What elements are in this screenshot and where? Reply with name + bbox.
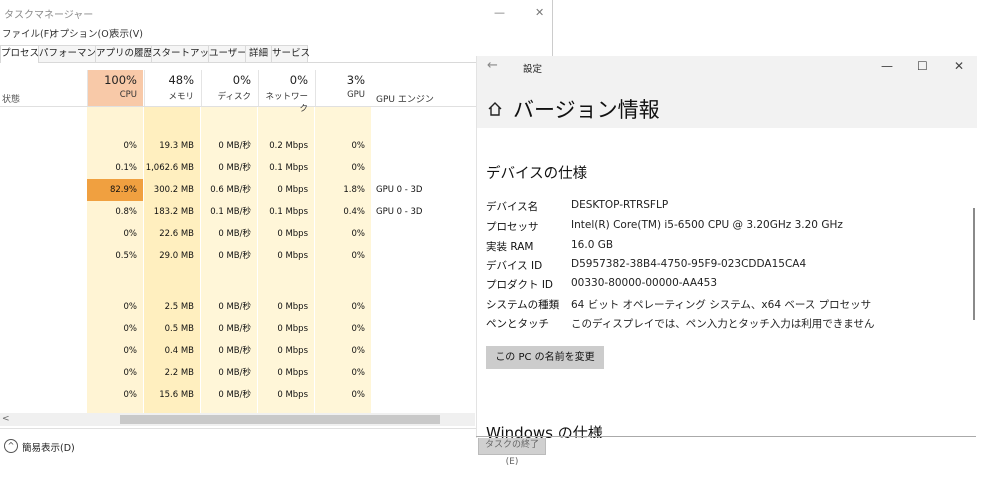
spec-row-product-id: プロダクト ID 00330-80000-00000-AA453 [486, 277, 718, 291]
spec-row-ram: 実装 RAM 16.0 GB [486, 239, 614, 253]
spec-row-system-type: システムの種類 64 ビット オペレーティング システム、x64 ベース プロセ… [486, 299, 872, 311]
task-manager-titlebar: タスクマネージャー — ✕ [0, 0, 555, 26]
tab-processes[interactable]: プロセス [0, 45, 39, 63]
process-table-header: 状態 100% CPU 48% メモリ 0% ディスク 0% ネットワーク 3%… [0, 70, 555, 114]
minimize-icon[interactable]: — [494, 6, 505, 19]
tab-startup[interactable]: スタートアップ [151, 45, 219, 62]
menu-file[interactable]: ファイル(F) [2, 26, 53, 40]
task-manager-window: タスクマネージャー — ✕ ファイル(F) オプション(O) 表示(V) プロセ… [0, 0, 555, 493]
spec-row-device-id: デバイス ID D5957382-38B4-4750-95F9-023CDDA1… [486, 258, 807, 272]
table-row[interactable]: 0.1% 1,062.6 MB 0 MB/秒 0.1 Mbps 0% [0, 157, 555, 179]
table-row[interactable]: 0.5% 29.0 MB 0 MB/秒 0 Mbps 0% [0, 245, 555, 267]
rename-pc-button[interactable]: この PC の名前を変更 [486, 346, 604, 369]
home-icon [488, 102, 502, 116]
network-column-header[interactable]: 0% ネットワーク [258, 70, 314, 114]
table-row[interactable]: 0% 15.6 MB 0 MB/秒 0 Mbps 0% [0, 384, 555, 406]
scroll-left-icon[interactable]: < [2, 413, 10, 426]
settings-window: ← 設定 — ☐ ✕ バージョン情報 デバイスの仕様 デバイス名 DESKTOP… [476, 56, 977, 438]
cpu-column-header[interactable]: 100% CPU [87, 70, 143, 106]
simple-view-link[interactable]: 簡易表示(D) [22, 440, 75, 454]
table-row[interactable]: 0% 19.3 MB 0 MB/秒 0.2 Mbps 0% [0, 135, 555, 157]
table-row[interactable]: 0% 0.4 MB 0 MB/秒 0 Mbps 0% [0, 340, 555, 362]
spec-row-processor: プロセッサ Intel(R) Core(TM) i5-6500 CPU @ 3.… [486, 219, 843, 233]
spec-row-device-name: デバイス名 DESKTOP-RTRSFLP [486, 199, 669, 213]
cpu-hot-cell: 82.9% [87, 179, 143, 201]
close-icon[interactable]: ✕ [954, 59, 964, 73]
end-task-button[interactable]: タスクの終了(E) [478, 436, 546, 467]
menu-view[interactable]: 表示(V) [110, 26, 143, 40]
settings-titlebar: ← 設定 — ☐ ✕ バージョン情報 [477, 56, 977, 128]
chevron-up-icon[interactable]: ^ [4, 439, 18, 453]
task-manager-title: タスクマネージャー [4, 10, 94, 21]
gpu-engine-column-header[interactable]: GPU エンジン [376, 92, 434, 105]
table-row[interactable]: 0.8% 183.2 MB 0.1 MB/秒 0.1 Mbps 0.4% GPU… [0, 201, 555, 223]
task-manager-footer: ^ 簡易表示(D) [0, 428, 555, 469]
minimize-icon[interactable]: — [881, 59, 893, 73]
scrollbar-thumb[interactable] [120, 415, 440, 424]
table-row[interactable]: 0% 0.5 MB 0 MB/秒 0 Mbps 0% [0, 318, 555, 340]
spec-row-pen-touch: ペンとタッチ このディスプレイでは、ペン入力とタッチ入力は利用できません [486, 318, 875, 330]
section-heading: デバイスの仕様 [486, 166, 588, 182]
vertical-scrollbar[interactable] [973, 208, 975, 320]
maximize-icon[interactable]: ☐ [917, 59, 928, 73]
gpu-column-header[interactable]: 3% GPU [315, 70, 371, 106]
menu-options[interactable]: オプション(O) [50, 26, 112, 40]
close-icon[interactable]: ✕ [535, 6, 544, 19]
disk-column-header[interactable]: 0% ディスク [201, 70, 257, 106]
tab-details[interactable]: 詳細 [245, 45, 272, 62]
table-row[interactable]: 0% 2.2 MB 0 MB/秒 0 Mbps 0% [0, 362, 555, 384]
tab-performance[interactable]: パフォーマンス [38, 45, 105, 62]
memory-column-header[interactable]: 48% メモリ [144, 70, 200, 106]
tab-services[interactable]: サービス [271, 45, 310, 62]
back-arrow-icon[interactable]: ← [487, 58, 498, 73]
table-row[interactable]: 0% 22.6 MB 0 MB/秒 0 Mbps 0% [0, 223, 555, 245]
tab-app-history[interactable]: アプリの履歴 [95, 45, 153, 62]
status-column-header[interactable]: 状態 [2, 92, 20, 105]
horizontal-scrollbar[interactable]: < [0, 413, 475, 426]
settings-app-title: 設定 [523, 64, 543, 75]
table-row[interactable]: 82.9% 300.2 MB 0.6 MB/秒 0 Mbps 1.8% GPU … [0, 179, 555, 201]
page-title: バージョン情報 [513, 98, 660, 122]
tab-bar: プロセス パフォーマンス アプリの履歴 スタートアップ ユーザー 詳細 サービス [0, 44, 555, 63]
table-row[interactable]: 0% 2.5 MB 0 MB/秒 0 Mbps 0% [0, 296, 555, 318]
tab-users[interactable]: ユーザー [208, 45, 247, 62]
